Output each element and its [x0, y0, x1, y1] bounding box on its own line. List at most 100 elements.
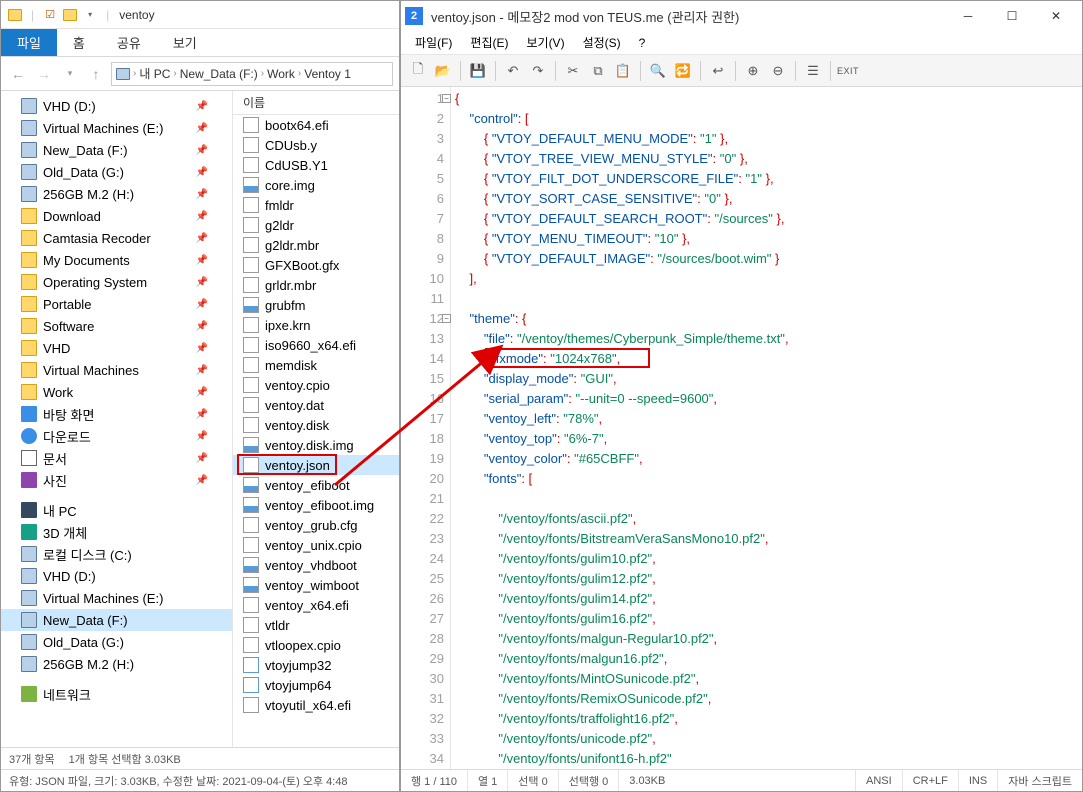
tree-item[interactable]: Work📌 [1, 381, 232, 403]
folder-icon[interactable] [62, 7, 78, 23]
code-line[interactable]: "/ventoy/fonts/malgun-Regular10.pf2", [455, 629, 1078, 649]
tree-item[interactable]: VHD (D:) [1, 565, 232, 587]
code-line[interactable]: { "VTOY_TREE_VIEW_MENU_STYLE": "0" }, [455, 149, 1078, 169]
dropdown-icon[interactable]: ▾ [82, 7, 98, 23]
code-line[interactable]: "/ventoy/fonts/gulim16.pf2", [455, 609, 1078, 629]
tree-item[interactable]: 문서📌 [1, 447, 232, 469]
code-line[interactable]: "theme": { [455, 309, 1078, 329]
file-row[interactable]: core.img [233, 175, 399, 195]
explorer-titlebar[interactable]: | ☑ ▾ | ventoy [1, 1, 399, 29]
file-row[interactable]: ventoy_efiboot [233, 475, 399, 495]
file-row[interactable]: ventoy_grub.cfg [233, 515, 399, 535]
code-line[interactable]: { "VTOY_DEFAULT_IMAGE": "/sources/boot.w… [455, 249, 1078, 269]
tab-home[interactable]: 홈 [57, 29, 101, 56]
code-line[interactable]: { "VTOY_DEFAULT_MENU_MODE": "1" }, [455, 129, 1078, 149]
code-line[interactable]: ], [455, 269, 1078, 289]
code-line[interactable] [455, 489, 1078, 509]
file-row[interactable]: ventoy.disk [233, 415, 399, 435]
file-row[interactable]: ventoy_efiboot.img [233, 495, 399, 515]
file-row[interactable]: CdUSB.Y1 [233, 155, 399, 175]
code-line[interactable]: "/ventoy/fonts/gulim10.pf2", [455, 549, 1078, 569]
tree-item[interactable]: My Documents📌 [1, 249, 232, 271]
paste-icon[interactable]: 📋 [612, 60, 634, 82]
tab-file[interactable]: 파일 [1, 29, 57, 56]
code-line[interactable]: "/ventoy/fonts/BitstreamVeraSansMono10.p… [455, 529, 1078, 549]
code-line[interactable]: "/ventoy/fonts/malgun16.pf2", [455, 649, 1078, 669]
code-line[interactable]: "/ventoy/fonts/unicode.pf2", [455, 729, 1078, 749]
tree-item[interactable]: 256GB M.2 (H:)📌 [1, 183, 232, 205]
forward-button[interactable]: → [33, 63, 55, 85]
tree-item[interactable]: New_Data (F:)📌 [1, 139, 232, 161]
new-file-icon[interactable]: 🗋 [407, 60, 429, 82]
tree-item[interactable]: Virtual Machines (E:) [1, 587, 232, 609]
tree-item[interactable]: VHD📌 [1, 337, 232, 359]
zoom-out-icon[interactable]: ⊖ [767, 60, 789, 82]
file-row[interactable]: ventoy.cpio [233, 375, 399, 395]
file-row[interactable]: iso9660_x64.efi [233, 335, 399, 355]
file-row[interactable]: ventoy_unix.cpio [233, 535, 399, 555]
recent-dropdown[interactable]: ▾ [59, 63, 81, 85]
tree-item[interactable]: 256GB M.2 (H:) [1, 653, 232, 675]
code-area[interactable]: { "control": [ { "VTOY_DEFAULT_MENU_MODE… [451, 87, 1082, 769]
back-button[interactable]: ← [7, 63, 29, 85]
code-line[interactable]: { "VTOY_FILT_DOT_UNDERSCORE_FILE": "1" }… [455, 169, 1078, 189]
tree-item[interactable]: 내 PC [1, 499, 232, 521]
code-line[interactable]: "gfxmode": "1024x768", [455, 349, 1078, 369]
menu-item[interactable]: 설정(S) [575, 32, 629, 53]
file-row[interactable]: g2ldr.mbr [233, 235, 399, 255]
up-button[interactable]: ↑ [85, 63, 107, 85]
undo-icon[interactable]: ↶ [502, 60, 524, 82]
code-line[interactable]: "/ventoy/fonts/ascii.pf2", [455, 509, 1078, 529]
file-row[interactable]: vtldr [233, 615, 399, 635]
tree-item[interactable]: Virtual Machines📌 [1, 359, 232, 381]
file-row[interactable]: bootx64.efi [233, 115, 399, 135]
code-line[interactable]: "/ventoy/fonts/traffolight16.pf2", [455, 709, 1078, 729]
save-icon[interactable]: 💾 [467, 60, 489, 82]
code-line[interactable]: "serial_param": "--unit=0 --speed=9600", [455, 389, 1078, 409]
code-line[interactable]: "/ventoy/fonts/gulim12.pf2", [455, 569, 1078, 589]
fold-icon[interactable]: − [442, 94, 451, 103]
code-line[interactable]: "fonts": [ [455, 469, 1078, 489]
file-row[interactable]: vtloopex.cpio [233, 635, 399, 655]
code-line[interactable]: "/ventoy/fonts/MintOSunicode.pf2", [455, 669, 1078, 689]
nav-tree[interactable]: VHD (D:)📌Virtual Machines (E:)📌New_Data … [1, 91, 233, 747]
file-row[interactable]: g2ldr [233, 215, 399, 235]
file-list[interactable]: 이름 bootx64.efiCDUsb.yCdUSB.Y1core.imgfml… [233, 91, 399, 747]
redo-icon[interactable]: ↷ [527, 60, 549, 82]
replace-icon[interactable]: 🔁 [672, 60, 694, 82]
close-button[interactable]: ✕ [1034, 2, 1078, 30]
editor-titlebar[interactable]: 2 ventoy.json - 메모장2 mod von TEUS.me (관리… [401, 1, 1082, 31]
file-row[interactable]: ventoy.disk.img [233, 435, 399, 455]
breadcrumb-item[interactable]: 내 PC [139, 65, 170, 82]
wrap-icon[interactable]: ↩ [707, 60, 729, 82]
tree-item[interactable]: Operating System📌 [1, 271, 232, 293]
code-line[interactable]: "display_mode": "GUI", [455, 369, 1078, 389]
tree-item[interactable]: Download📌 [1, 205, 232, 227]
menu-item[interactable]: 편집(E) [462, 32, 516, 53]
file-row[interactable]: ipxe.krn [233, 315, 399, 335]
code-line[interactable]: { "VTOY_DEFAULT_SEARCH_ROOT": "/sources"… [455, 209, 1078, 229]
code-line[interactable]: "control": [ [455, 109, 1078, 129]
file-row[interactable]: fmldr [233, 195, 399, 215]
file-row[interactable]: ventoy.dat [233, 395, 399, 415]
tree-item[interactable]: 3D 개체 [1, 521, 232, 543]
breadcrumb-item[interactable]: Ventoy 1 [304, 67, 351, 81]
code-line[interactable]: "/ventoy/fonts/unifont16-h.pf2" [455, 749, 1078, 769]
menu-item[interactable]: 파일(F) [407, 32, 460, 53]
open-file-icon[interactable]: 📂 [432, 60, 454, 82]
code-line[interactable]: "ventoy_top": "6%-7", [455, 429, 1078, 449]
code-line[interactable]: "file": "/ventoy/themes/Cyberpunk_Simple… [455, 329, 1078, 349]
code-line[interactable]: { "VTOY_SORT_CASE_SENSITIVE": "0" }, [455, 189, 1078, 209]
cut-icon[interactable]: ✂ [562, 60, 584, 82]
address-bar[interactable]: › 내 PC› New_Data (F:)› Work› Ventoy 1 [111, 62, 393, 86]
file-row[interactable]: vtoyjump64 [233, 675, 399, 695]
exit-button[interactable]: EXIT [837, 60, 859, 82]
tree-item[interactable]: New_Data (F:) [1, 609, 232, 631]
code-line[interactable] [455, 289, 1078, 309]
code-line[interactable]: { "VTOY_MENU_TIMEOUT": "10" }, [455, 229, 1078, 249]
copy-icon[interactable]: ⧉ [587, 60, 609, 82]
tab-view[interactable]: 보기 [157, 29, 213, 56]
find-icon[interactable]: 🔍 [647, 60, 669, 82]
check-icon[interactable]: ☑ [42, 7, 58, 23]
code-line[interactable]: "ventoy_color": "#65CBFF", [455, 449, 1078, 469]
